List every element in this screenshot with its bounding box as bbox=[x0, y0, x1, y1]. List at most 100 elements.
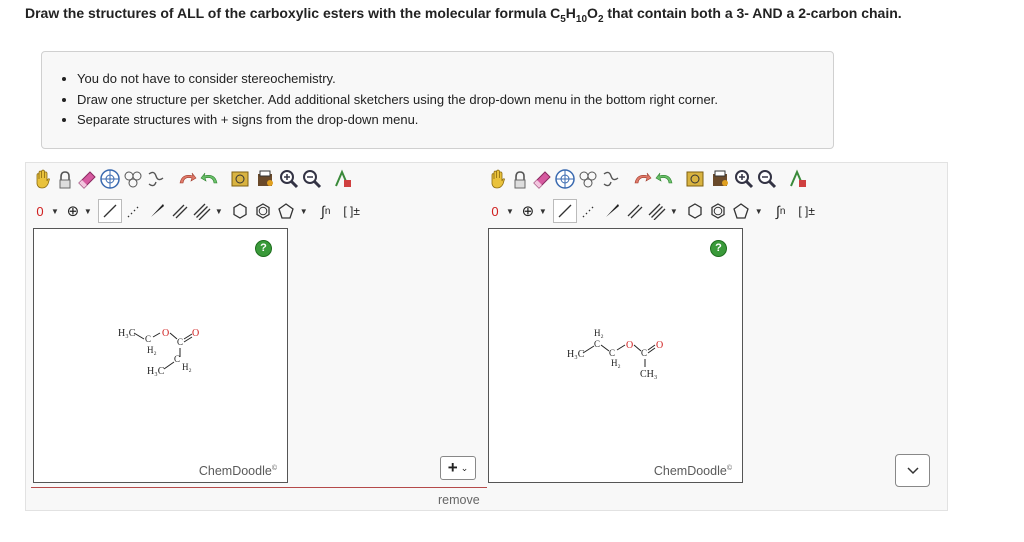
atom-label: H₂ bbox=[147, 345, 157, 355]
wedge-bond-icon[interactable] bbox=[601, 199, 623, 223]
chevron-down-icon[interactable]: ▼ bbox=[539, 207, 547, 216]
pan-hand-icon[interactable] bbox=[487, 167, 509, 191]
atom-label: H₂ bbox=[594, 328, 604, 338]
hash-bond-icon[interactable] bbox=[123, 199, 145, 223]
polymer-bracket-icon[interactable]: ∫ n bbox=[314, 199, 338, 223]
chevron-down-icon[interactable]: ▼ bbox=[755, 207, 763, 216]
sketcher-toolbar-top bbox=[487, 166, 810, 192]
lasso-icon[interactable] bbox=[55, 167, 75, 191]
zoom-in-icon[interactable] bbox=[733, 167, 755, 191]
atom-label: O bbox=[656, 340, 663, 351]
atom-label: O bbox=[192, 328, 199, 339]
eraser-icon[interactable] bbox=[531, 167, 553, 191]
benzene-ring-icon[interactable] bbox=[252, 199, 274, 223]
polymer-label: n bbox=[779, 205, 786, 217]
charge-plus-button[interactable]: ⊕ bbox=[520, 199, 536, 223]
chevron-down-icon[interactable]: ▼ bbox=[670, 207, 678, 216]
atom-label: C bbox=[145, 334, 151, 344]
pentagon-ring-icon[interactable] bbox=[730, 199, 752, 223]
single-bond-icon[interactable] bbox=[552, 199, 577, 223]
remove-link[interactable]: remove bbox=[438, 493, 480, 507]
atom-label: H₂ bbox=[611, 358, 621, 368]
chevron-down-icon bbox=[906, 466, 919, 474]
open-icon[interactable] bbox=[255, 167, 277, 191]
query-icon[interactable] bbox=[332, 167, 354, 191]
templates-icon[interactable] bbox=[685, 167, 709, 191]
add-separator-dropdown[interactable]: + ⌄ bbox=[440, 456, 476, 480]
sketcher-toolbar-bottom: 0 ▼ ⊕ ▼ ▼ ▼ ∫ n [ ]± bbox=[487, 198, 821, 224]
atom-label: C bbox=[177, 337, 183, 347]
zoom-in-icon[interactable] bbox=[278, 167, 300, 191]
sketcher-divider bbox=[31, 487, 487, 488]
triple-bond-icon[interactable] bbox=[647, 199, 667, 223]
wedge-bond-icon[interactable] bbox=[146, 199, 168, 223]
flip-icon[interactable] bbox=[600, 167, 622, 191]
chevron-down-icon[interactable]: ▼ bbox=[51, 207, 59, 216]
instructions-list: You do not have to consider stereochemis… bbox=[42, 52, 833, 131]
polymer-bracket-icon[interactable]: ∫ n bbox=[769, 199, 793, 223]
instructions-panel: You do not have to consider stereochemis… bbox=[41, 51, 834, 149]
redo-icon[interactable] bbox=[199, 167, 221, 191]
templates-icon[interactable] bbox=[230, 167, 254, 191]
sketcher-1: 0 ▼ ⊕ ▼ ▼ ▼ ∫ n [ ]± ? H₃C C H₂ O C O H₃… bbox=[32, 163, 462, 488]
sketcher-toolbar-top bbox=[32, 166, 355, 192]
atom-label: H₃C bbox=[567, 349, 585, 360]
charge-bracket-icon[interactable]: [ ]± bbox=[339, 199, 365, 223]
chemdoodle-logo: ChemDoodle© bbox=[653, 464, 732, 478]
sketcher-toolbar-bottom: 0 ▼ ⊕ ▼ ▼ ▼ ∫ n [ ]± bbox=[32, 198, 366, 224]
atom-label: C bbox=[609, 348, 615, 358]
atom-label: H₂ bbox=[182, 362, 192, 372]
question-text: Draw the structures of ALL of the carbox… bbox=[25, 5, 902, 25]
molecule-structure-1: H₃C C H₂ O C O H₃C C H₂ bbox=[118, 328, 199, 377]
chevron-down-icon[interactable]: ▼ bbox=[215, 207, 223, 216]
lasso-icon[interactable] bbox=[510, 167, 530, 191]
single-bond-icon[interactable] bbox=[97, 199, 122, 223]
molecule-structure-2: H₃C H₂ C C H₂ O C O CH₃ bbox=[567, 328, 663, 380]
chevron-down-icon[interactable]: ▼ bbox=[84, 207, 92, 216]
atom-label: C bbox=[594, 339, 600, 349]
atom-label: O bbox=[162, 328, 169, 339]
eraser-icon[interactable] bbox=[76, 167, 98, 191]
flip-icon[interactable] bbox=[145, 167, 167, 191]
hexagon-ring-icon[interactable] bbox=[684, 199, 706, 223]
redo-icon[interactable] bbox=[654, 167, 676, 191]
chevron-down-icon[interactable]: ▼ bbox=[506, 207, 514, 216]
query-icon[interactable] bbox=[787, 167, 809, 191]
chevron-down-icon[interactable]: ▼ bbox=[300, 207, 308, 216]
atom-label: CH₃ bbox=[640, 369, 657, 380]
triple-bond-icon[interactable] bbox=[192, 199, 212, 223]
polymer-label: n bbox=[324, 205, 331, 217]
benzene-ring-icon[interactable] bbox=[707, 199, 729, 223]
open-icon[interactable] bbox=[710, 167, 732, 191]
double-bond-icon[interactable] bbox=[169, 199, 191, 223]
hexagon-ring-icon[interactable] bbox=[229, 199, 251, 223]
add-sketcher-dropdown[interactable] bbox=[895, 454, 930, 487]
plus-label: + bbox=[447, 458, 458, 477]
undo-icon[interactable] bbox=[176, 167, 198, 191]
sketcher-canvas[interactable]: ? H₃C H₂ C C H₂ O C O CH₃ ChemDoodle© bbox=[488, 228, 743, 483]
charge-plus-button[interactable]: ⊕ bbox=[65, 199, 81, 223]
atom-label: C bbox=[641, 348, 647, 358]
undo-icon[interactable] bbox=[631, 167, 653, 191]
atom-label: H₃C bbox=[118, 328, 136, 339]
chevron-down-icon: ⌄ bbox=[460, 462, 469, 473]
sketcher-work-area: 0 ▼ ⊕ ▼ ▼ ▼ ∫ n [ ]± ? H₃C C H₂ O C O H₃… bbox=[25, 162, 948, 511]
clean-icon[interactable] bbox=[122, 167, 144, 191]
atom-label-button[interactable]: 0 bbox=[487, 199, 503, 223]
sketcher-canvas[interactable]: ? H₃C C H₂ O C O H₃C C H₂ ChemDoodle© bbox=[33, 228, 288, 483]
clean-icon[interactable] bbox=[577, 167, 599, 191]
center-icon[interactable] bbox=[554, 167, 576, 191]
instruction-item: Separate structures with + signs from th… bbox=[77, 110, 833, 131]
double-bond-icon[interactable] bbox=[624, 199, 646, 223]
chemdoodle-logo: ChemDoodle© bbox=[198, 464, 277, 478]
atom-label-button[interactable]: 0 bbox=[32, 199, 48, 223]
center-icon[interactable] bbox=[99, 167, 121, 191]
zoom-out-icon[interactable] bbox=[301, 167, 323, 191]
pan-hand-icon[interactable] bbox=[32, 167, 54, 191]
charge-bracket-icon[interactable]: [ ]± bbox=[794, 199, 820, 223]
pentagon-ring-icon[interactable] bbox=[275, 199, 297, 223]
zoom-out-icon[interactable] bbox=[756, 167, 778, 191]
instruction-item: You do not have to consider stereochemis… bbox=[77, 69, 833, 90]
sketcher-2: 0 ▼ ⊕ ▼ ▼ ▼ ∫ n [ ]± ? H₃C H₂ C C H₂ O C… bbox=[487, 163, 917, 488]
hash-bond-icon[interactable] bbox=[578, 199, 600, 223]
